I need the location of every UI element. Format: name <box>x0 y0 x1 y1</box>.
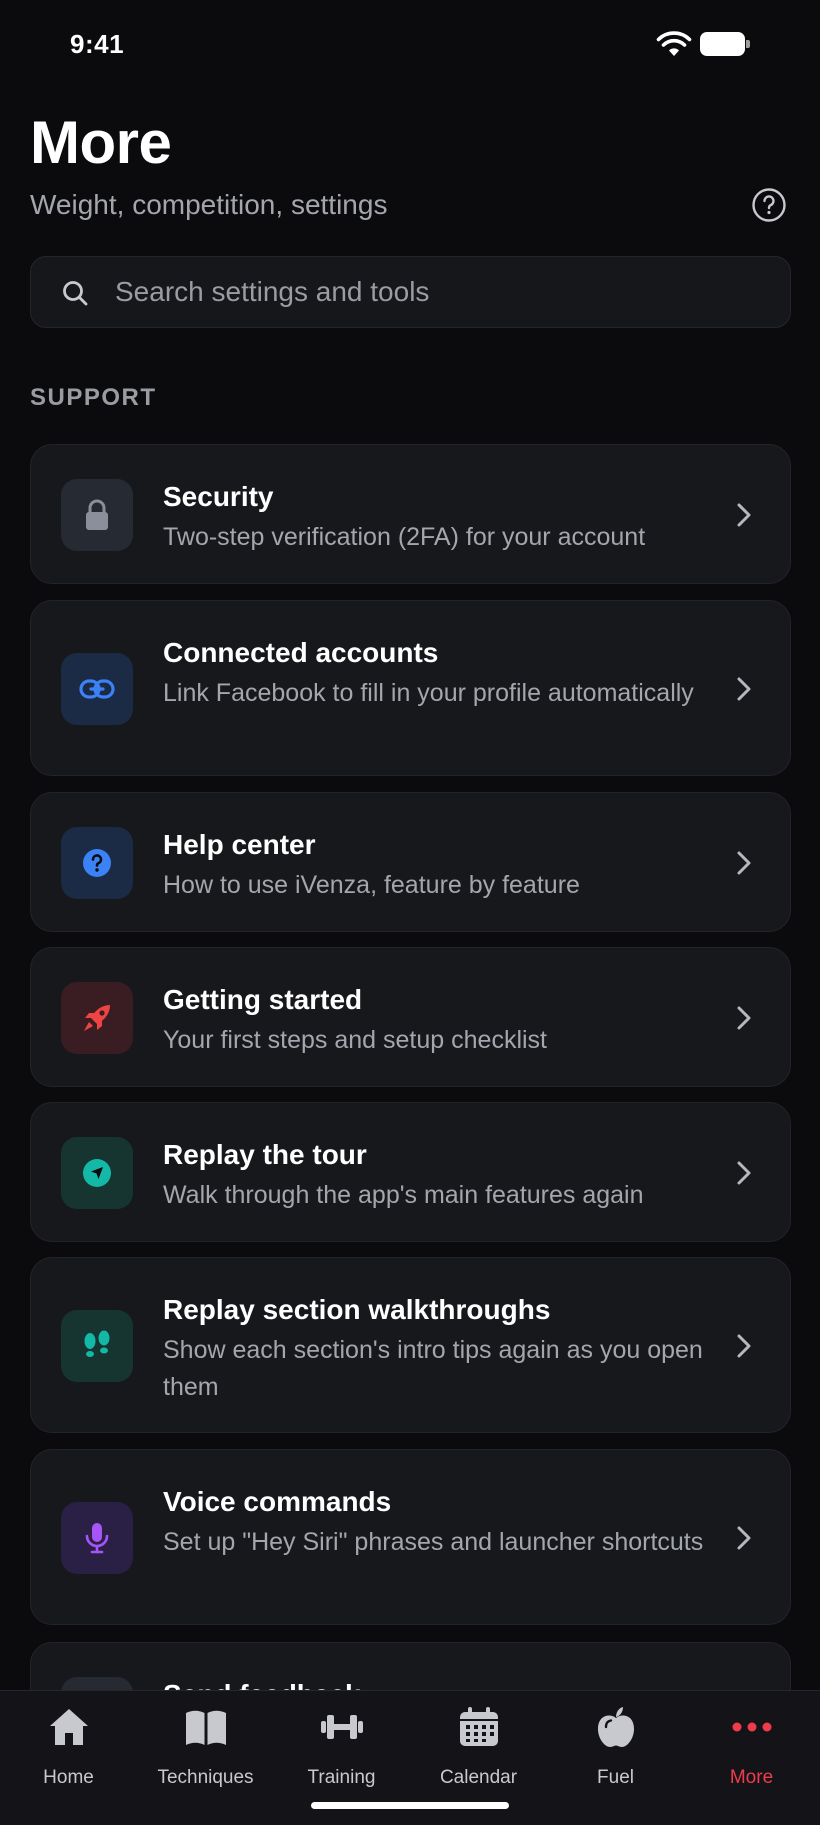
section-label-support: SUPPORT <box>30 384 157 411</box>
tab-label: Calendar <box>439 1767 518 1788</box>
book-icon <box>185 1710 226 1745</box>
settings-item-getting-started[interactable]: Getting started Your first steps and set… <box>30 947 791 1087</box>
home-icon <box>49 1709 88 1745</box>
tab-more[interactable]: More <box>683 1691 820 1801</box>
tab-techniques[interactable]: Techniques <box>137 1691 274 1801</box>
item-title: Getting started <box>163 984 363 1015</box>
item-description: Two-step verification (2FA) for your acc… <box>163 523 646 551</box>
page-title: More <box>30 109 172 176</box>
chevron-right-icon <box>737 1334 751 1358</box>
settings-item-voice-commands[interactable]: Voice commands Set up "Hey Siri" phrases… <box>30 1449 791 1625</box>
search-icon <box>63 281 88 306</box>
footsteps-icon <box>61 1310 133 1382</box>
chevron-right-icon <box>737 1006 751 1030</box>
item-description: How to use iVenza, feature by feature <box>163 871 580 899</box>
item-title: Replay section walkthroughs <box>163 1294 551 1325</box>
more-dots-icon <box>732 1722 771 1732</box>
settings-item-help-center[interactable]: Help center How to use iVenza, feature b… <box>30 792 791 932</box>
wifi-icon <box>656 31 692 56</box>
search-bar[interactable] <box>30 256 791 328</box>
item-title: Security <box>163 481 274 512</box>
settings-item-connected-accounts[interactable]: Connected accounts Link Facebook to fill… <box>30 600 791 776</box>
item-title: Help center <box>163 829 316 860</box>
calendar-icon <box>459 1707 498 1746</box>
item-title: Connected accounts <box>163 637 439 668</box>
tab-label: Fuel <box>597 1767 634 1788</box>
apple-icon <box>597 1707 634 1747</box>
tab-label: Training <box>307 1767 376 1788</box>
home-indicator <box>311 1802 509 1809</box>
link-icon <box>61 653 133 725</box>
tab-label: Home <box>43 1767 94 1788</box>
tab-calendar[interactable]: Calendar <box>410 1691 547 1801</box>
lock-icon <box>61 479 133 551</box>
status-bar: 9:41 <box>0 0 820 92</box>
more-screen: 9:41 More Weight, competition, settings … <box>0 0 820 1825</box>
dumbbell-icon <box>320 1715 363 1739</box>
page-subtitle: Weight, competition, settings <box>30 189 388 220</box>
chevron-right-icon <box>737 851 751 875</box>
item-description: Walk through the app's main features aga… <box>163 1181 644 1209</box>
microphone-icon <box>61 1502 133 1574</box>
item-description: Link Facebook to fill in your profile au… <box>163 679 694 707</box>
search-input[interactable] <box>115 257 765 327</box>
chevron-right-icon <box>737 1526 751 1550</box>
settings-item-replay-walkthroughs[interactable]: Replay section walkthroughs Show each se… <box>30 1257 791 1433</box>
chevron-right-icon <box>737 1161 751 1185</box>
status-time: 9:41 <box>70 29 125 59</box>
settings-item-replay-tour[interactable]: Replay the tour Walk through the app's m… <box>30 1102 791 1242</box>
tab-fuel[interactable]: Fuel <box>547 1691 684 1801</box>
item-description: Set up "Hey Siri" phrases and launcher s… <box>163 1528 704 1556</box>
item-description: Show each section's intro tips again as … <box>163 1336 703 1401</box>
tab-label: More <box>729 1767 774 1788</box>
question-icon <box>61 827 133 899</box>
tab-label: Techniques <box>157 1767 254 1788</box>
item-title: Voice commands <box>163 1486 392 1517</box>
settings-item-security[interactable]: Security Two-step verification (2FA) for… <box>30 444 791 584</box>
tab-home[interactable]: Home <box>0 1691 137 1801</box>
chevron-right-icon <box>737 503 751 527</box>
battery-icon <box>700 32 750 56</box>
item-description: Your first steps and setup checklist <box>163 1026 547 1054</box>
compass-icon <box>61 1137 133 1209</box>
item-title: Replay the tour <box>163 1139 367 1170</box>
tab-bar: Home Techniques Training Calendar Fuel M… <box>0 1690 820 1825</box>
tab-training[interactable]: Training <box>273 1691 410 1801</box>
rocket-icon <box>61 982 133 1054</box>
help-circle-icon[interactable] <box>751 187 787 223</box>
chevron-right-icon <box>737 677 751 701</box>
